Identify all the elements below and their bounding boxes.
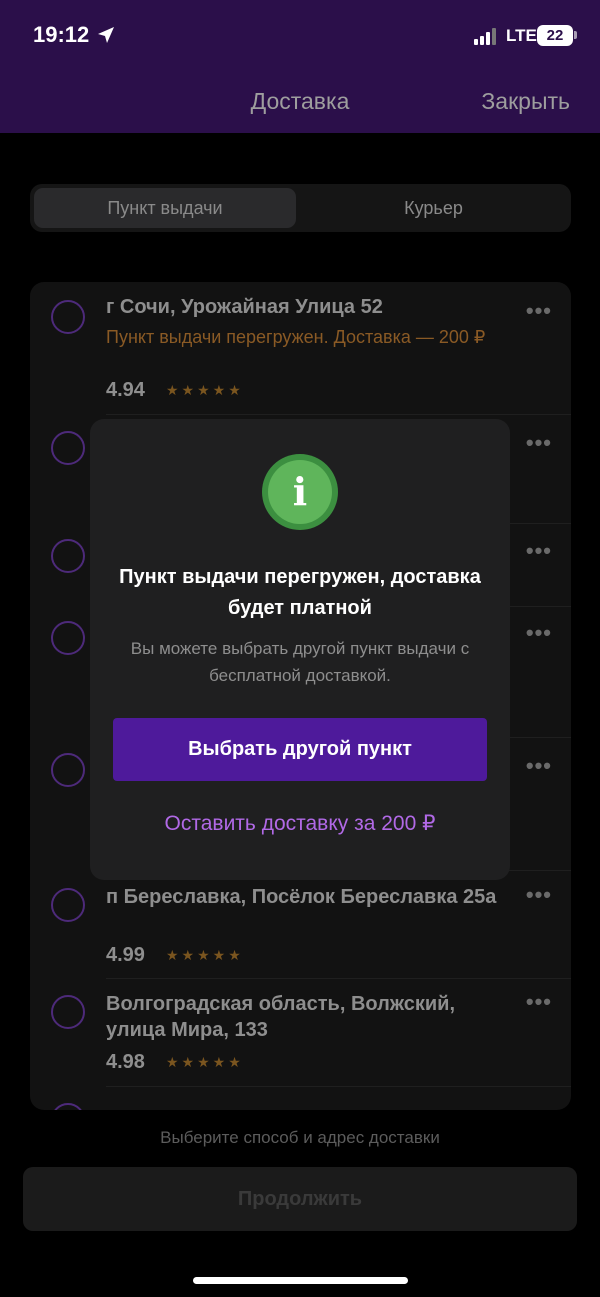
rating-stars: ★★★★★ xyxy=(166,947,244,963)
overload-warning: Пункт выдачи перегружен. Доставка — 200 … xyxy=(106,327,486,347)
radio-button[interactable] xyxy=(51,1103,85,1110)
more-icon[interactable]: ••• xyxy=(526,430,552,456)
rating-value: 4.98 xyxy=(106,1051,145,1073)
info-glyph: i xyxy=(292,469,308,514)
battery-tip xyxy=(574,31,577,39)
tab-courier[interactable]: Курьер xyxy=(300,188,567,228)
home-indicator[interactable] xyxy=(193,1277,408,1284)
rating-value: 4.99 xyxy=(106,944,145,966)
radio-button[interactable] xyxy=(51,888,85,922)
location-arrow-icon xyxy=(98,27,114,43)
more-icon[interactable]: ••• xyxy=(526,989,552,1015)
list-item[interactable] xyxy=(30,1087,571,1110)
more-icon[interactable]: ••• xyxy=(526,538,552,564)
pickup-address: п Береславка, Посёлок Береславка 25а xyxy=(106,886,497,908)
close-button[interactable]: Закрыть xyxy=(481,88,570,115)
more-icon[interactable]: ••• xyxy=(526,882,552,908)
list-item[interactable]: г Сочи, Урожайная Улица 52 Пункт выдачи … xyxy=(30,282,571,414)
list-item[interactable]: п Береславка, Посёлок Береславка 25а 4.9… xyxy=(30,871,571,978)
status-bar: 19:12 LTE 22 xyxy=(0,0,600,72)
keep-paid-delivery-link[interactable]: Оставить доставку за 200 ₽ xyxy=(110,811,490,836)
radio-button[interactable] xyxy=(51,753,85,787)
rating-stars: ★★★★★ xyxy=(166,1054,244,1070)
dialog-title: Пункт выдачи перегружен, доставка будет … xyxy=(119,566,481,619)
more-icon[interactable]: ••• xyxy=(526,620,552,646)
footer-hint: Выберите способ и адрес доставки xyxy=(160,1128,440,1147)
rating-value: 4.94 xyxy=(106,379,145,401)
rating-stars: ★★★★★ xyxy=(166,382,244,398)
network-type: LTE xyxy=(506,26,537,45)
pickup-address: г Сочи, Урожайная Улица 52 xyxy=(106,296,383,318)
radio-button[interactable] xyxy=(51,995,85,1029)
info-icon: i xyxy=(262,454,338,530)
header: 19:12 LTE 22 Доставка Закрыть xyxy=(0,0,600,133)
continue-button[interactable]: Продолжить xyxy=(23,1167,577,1231)
dialog-text: Вы можете выбрать другой пункт выдачи с … xyxy=(130,639,470,685)
radio-button[interactable] xyxy=(51,300,85,334)
tab-pickup-point[interactable]: Пункт выдачи xyxy=(34,188,296,228)
more-icon[interactable]: ••• xyxy=(526,753,552,779)
list-item[interactable]: Волгоградская область, Волжский, улица М… xyxy=(30,979,571,1086)
radio-button[interactable] xyxy=(51,539,85,573)
pickup-address: Волгоградская область, Волжский, улица М… xyxy=(106,993,456,1041)
overload-dialog: i Пункт выдачи перегружен, доставка буде… xyxy=(90,419,510,880)
status-time: 19:12 xyxy=(33,22,90,47)
radio-button[interactable] xyxy=(51,621,85,655)
delivery-type-tabs: Пункт выдачи Курьер xyxy=(30,184,571,232)
choose-other-point-button[interactable]: Выбрать другой пункт xyxy=(113,718,487,781)
radio-button[interactable] xyxy=(51,431,85,465)
more-icon[interactable]: ••• xyxy=(526,298,552,324)
signal-icon xyxy=(474,27,500,45)
battery-icon: 22 xyxy=(537,25,573,46)
